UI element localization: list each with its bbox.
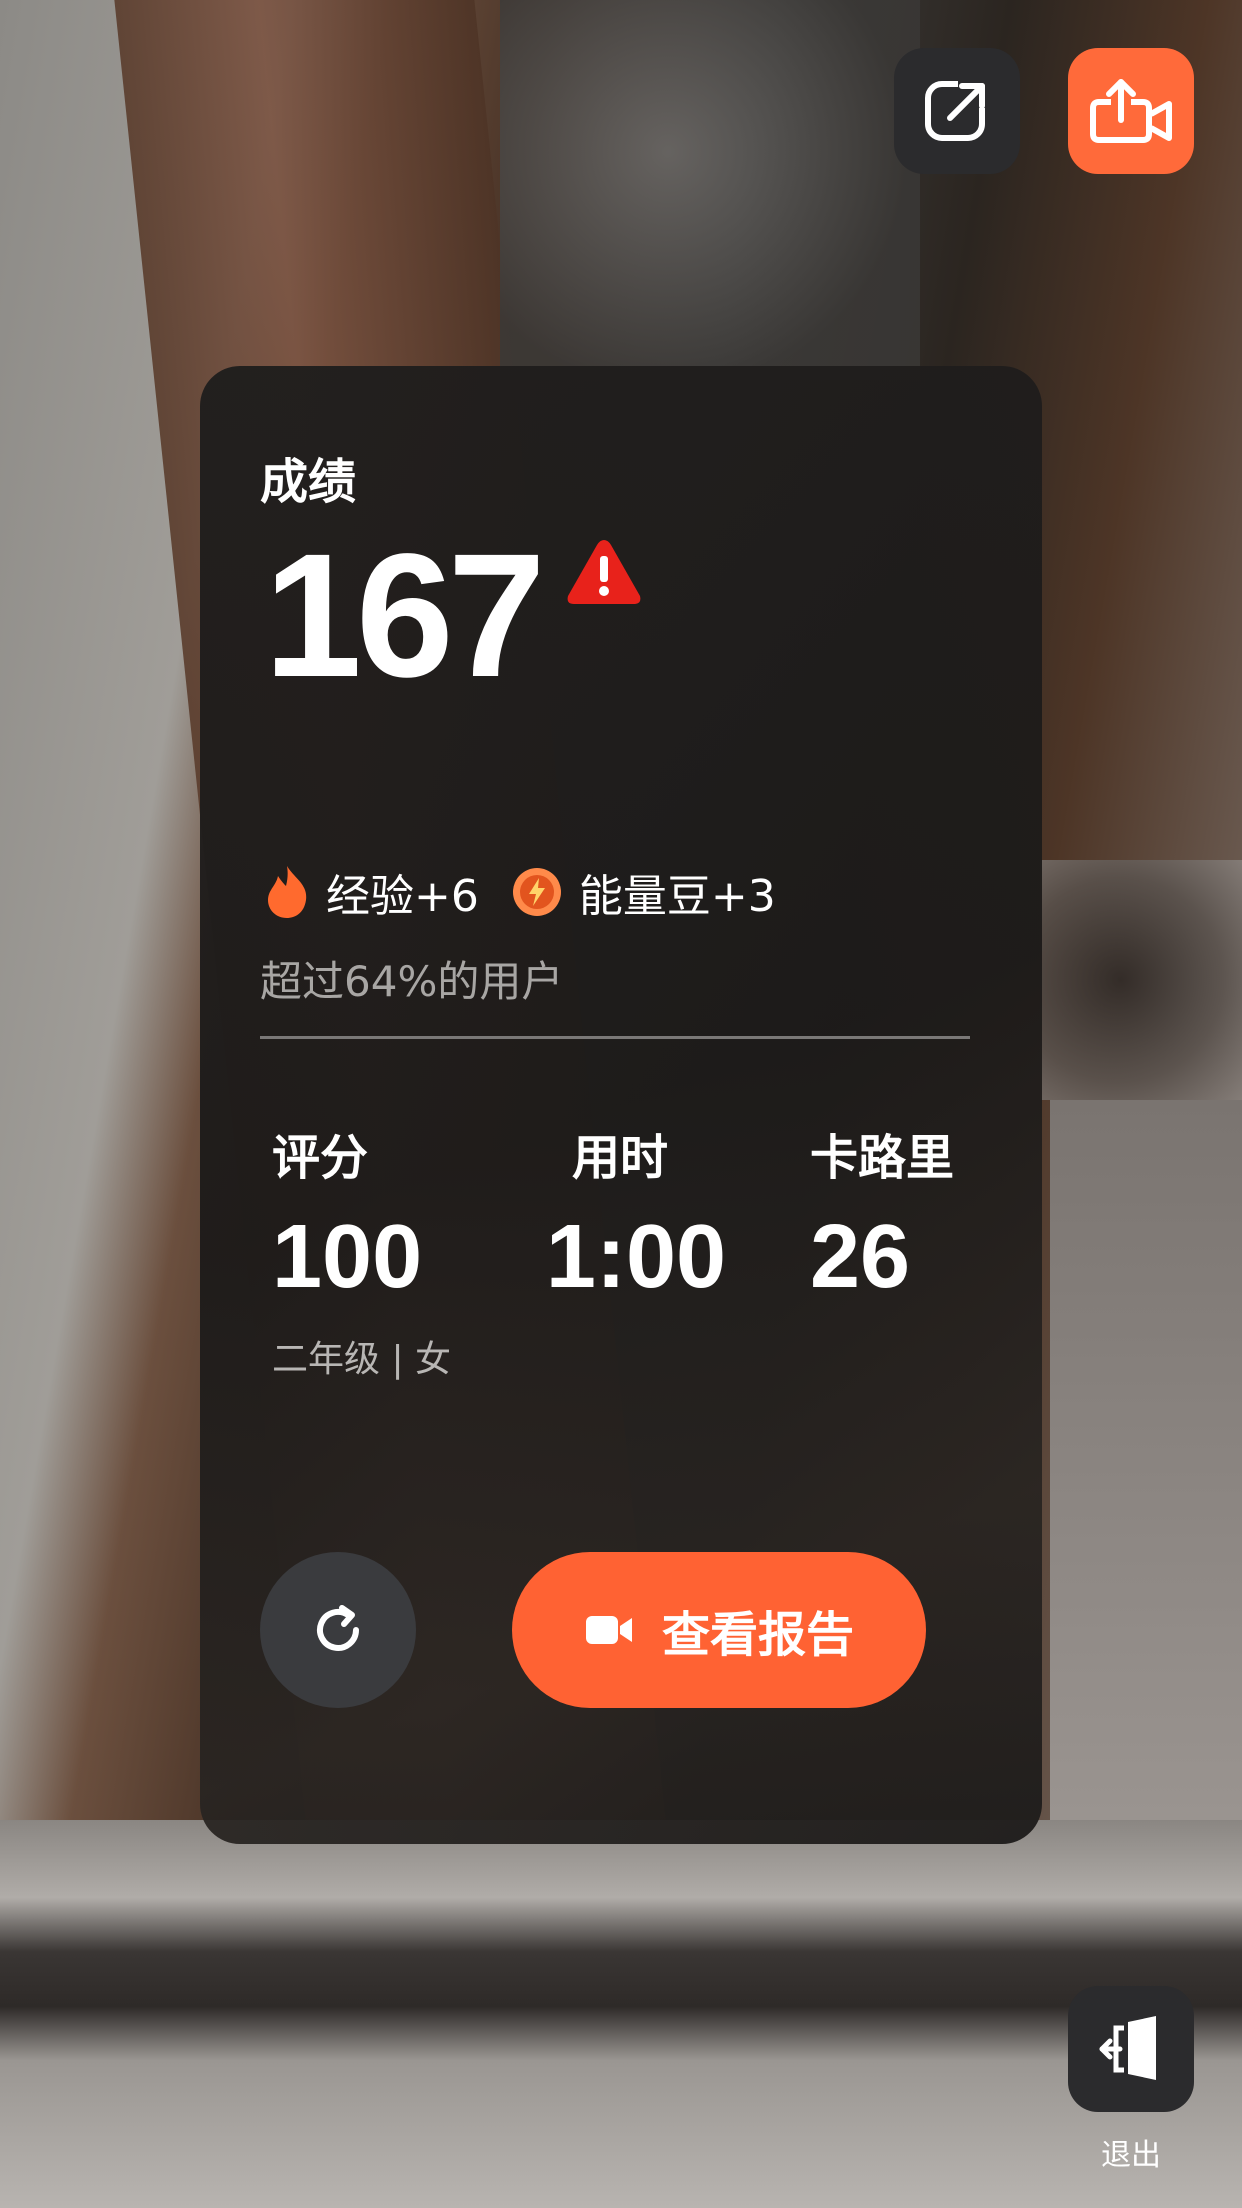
video-camera-icon [585,1616,632,1644]
stat-rating-label: 评分 [272,1130,369,1186]
divider [260,1036,970,1039]
video-share-button[interactable] [1068,48,1194,174]
open-external-button[interactable] [894,48,1020,174]
stat-calories: 卡路里 26 [810,1118,954,1309]
result-card: 成绩 167 经验+6 能量豆+3 超过64%的用户 评分 100 用时 1:0… [200,366,1042,1844]
open-external-icon [925,78,990,141]
energy-reward: 能量豆+3 [578,871,776,922]
warning-icon[interactable] [564,536,644,608]
score-value: 167 [264,518,546,714]
stat-duration: 用时 1:00 [526,1118,746,1309]
user-profile-text: 二年级 | 女 [272,1339,452,1380]
stat-duration-value: 1:00 [545,1207,727,1307]
video-share-icon [1090,79,1172,143]
background-floor [0,1820,1242,2208]
background-wall [1050,1100,1242,1820]
background-glass [500,0,920,380]
result-screen: 成绩 167 经验+6 能量豆+3 超过64%的用户 评分 100 用时 1:0… [0,0,1242,2208]
exit-label: 退出 [1101,2138,1161,2173]
percentile-text: 超过64%的用户 [260,957,564,1006]
stat-duration-label: 用时 [572,1130,669,1186]
exp-reward: 经验+6 [326,871,479,922]
retry-button[interactable] [260,1552,416,1708]
exit-button[interactable] [1068,1986,1194,2112]
refresh-icon [317,1605,359,1651]
view-report-label: 查看报告 [661,1607,854,1663]
stat-calories-value: 26 [810,1207,911,1307]
card-title: 成绩 [260,454,357,510]
fire-icon [268,866,307,918]
view-report-button[interactable]: 查看报告 [512,1552,926,1708]
stat-calories-label: 卡路里 [810,1130,955,1186]
stat-rating-value: 100 [272,1207,423,1307]
exit-door-icon [1099,2016,1156,2080]
energy-bean-icon [512,868,561,916]
rewards-row: 经验+6 能量豆+3 [264,860,776,924]
background-bicycles [1040,860,1242,1100]
stat-rating: 评分 100 [272,1118,422,1309]
